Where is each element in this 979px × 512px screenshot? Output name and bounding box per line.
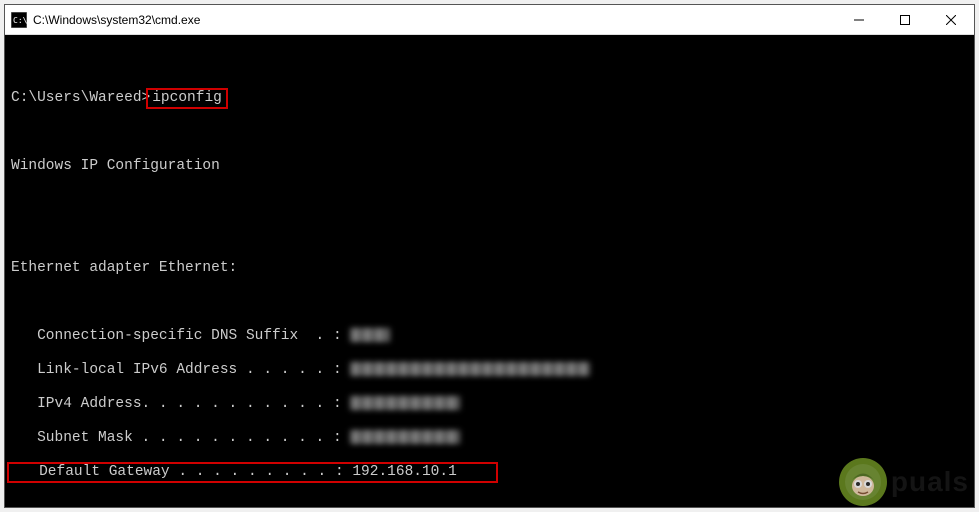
close-button[interactable]	[928, 5, 974, 34]
svg-text:C:\: C:\	[13, 16, 27, 25]
gateway-value: 192.168.10.1	[352, 464, 456, 480]
dns-suffix-line: Connection-specific DNS Suffix . :	[11, 328, 968, 345]
blank-line	[11, 124, 968, 141]
cmd-icon: C:\	[11, 12, 27, 28]
blurred-value	[350, 328, 390, 342]
watermark-text: puals	[891, 466, 969, 498]
window-controls	[836, 5, 974, 34]
blank-line	[11, 498, 968, 507]
prompt-line: C:\Users\Wareed>ipconfig	[11, 90, 968, 107]
titlebar[interactable]: C:\ C:\Windows\system32\cmd.exe	[5, 5, 974, 35]
prompt-path: C:\Users\Wareed>	[11, 90, 150, 106]
gateway-label: Default Gateway . . . . . . . . . :	[13, 464, 352, 480]
watermark-avatar-icon	[839, 458, 887, 506]
ipconfig-heading: Windows IP Configuration	[11, 158, 968, 175]
blurred-value	[350, 396, 460, 410]
blurred-value	[350, 362, 590, 376]
adapter1-heading: Ethernet adapter Ethernet:	[11, 260, 968, 277]
blank-line	[11, 226, 968, 243]
gateway-line: Default Gateway . . . . . . . . . : 192.…	[11, 464, 968, 481]
cmd-window: C:\ C:\Windows\system32\cmd.exe C:\Users…	[4, 4, 975, 508]
blurred-value	[350, 430, 460, 444]
command-highlight: ipconfig	[146, 88, 228, 109]
blank-line	[11, 56, 968, 73]
ipv6-label: Link-local IPv6 Address . . . . . :	[11, 362, 350, 378]
subnet-label: Subnet Mask . . . . . . . . . . . :	[11, 430, 350, 446]
watermark: puals	[839, 458, 969, 506]
blank-line	[11, 192, 968, 209]
ipv4-label: IPv4 Address. . . . . . . . . . . :	[11, 396, 350, 412]
minimize-button[interactable]	[836, 5, 882, 34]
subnet-line: Subnet Mask . . . . . . . . . . . :	[11, 430, 968, 447]
ipv6-line: Link-local IPv6 Address . . . . . :	[11, 362, 968, 379]
maximize-button[interactable]	[882, 5, 928, 34]
gateway-highlight: Default Gateway . . . . . . . . . : 192.…	[7, 462, 498, 483]
dns-suffix-label: Connection-specific DNS Suffix . :	[11, 328, 350, 344]
ipv4-line: IPv4 Address. . . . . . . . . . . :	[11, 396, 968, 413]
window-title: C:\Windows\system32\cmd.exe	[33, 13, 836, 27]
blank-line	[11, 294, 968, 311]
terminal-output[interactable]: C:\Users\Wareed>ipconfig Windows IP Conf…	[5, 35, 974, 507]
